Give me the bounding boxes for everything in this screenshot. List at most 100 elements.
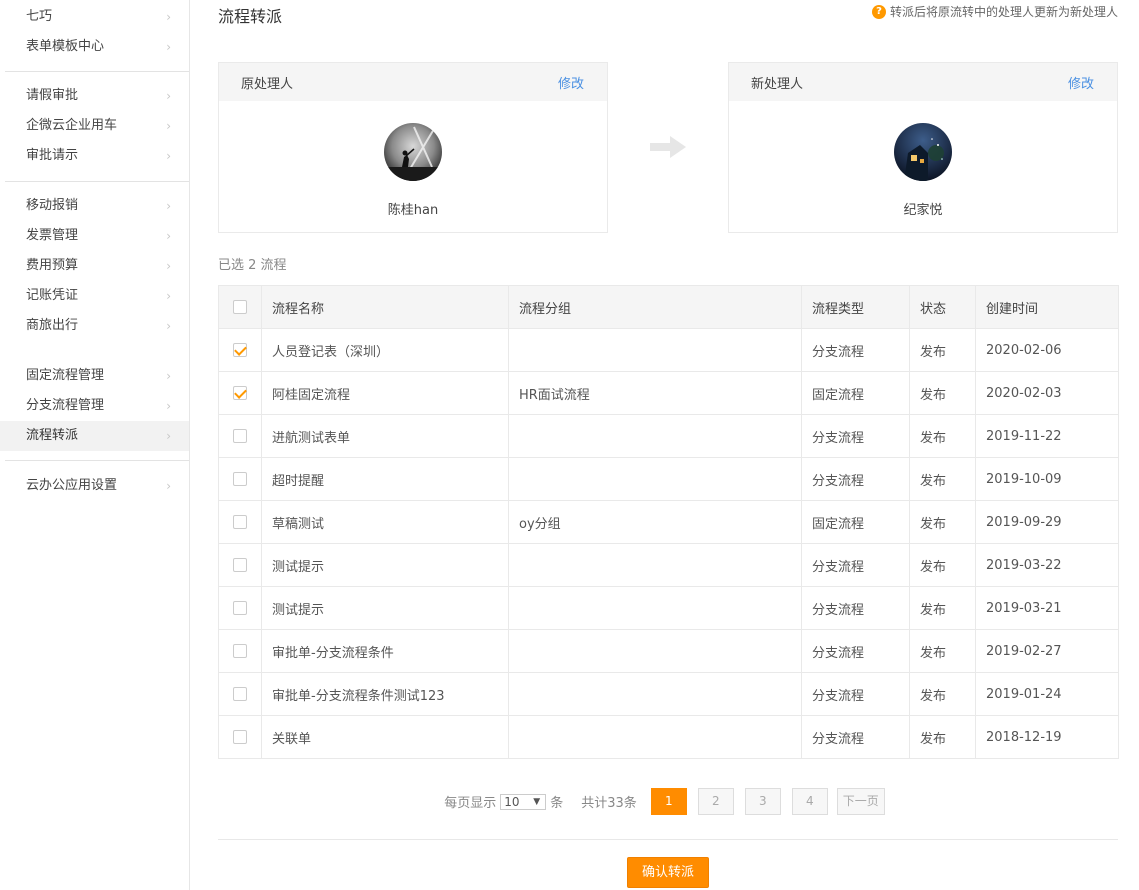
process-name-cell: 审批单-分支流程条件: [261, 629, 509, 673]
sidebar-item-label: 商旅出行: [26, 318, 79, 333]
process-name-cell: 人员登记表（深圳）: [261, 328, 509, 372]
chevron-right-icon: ›: [166, 369, 171, 383]
sidebar-item-label: 审批请示: [26, 148, 79, 163]
page-button[interactable]: 1: [650, 788, 687, 815]
chevron-right-icon: ›: [166, 149, 171, 163]
created-date-cell: 2019-09-29: [975, 500, 1119, 544]
per-page-select[interactable]: 10 ▼: [500, 793, 547, 810]
sidebar-item[interactable]: 请假审批 ›: [0, 81, 189, 111]
edit-original-handler-link[interactable]: 修改: [558, 73, 584, 92]
created-date-cell: 2020-02-03: [975, 371, 1119, 415]
table-row[interactable]: 草稿测试 oy分组 固定流程 发布 2019-09-29: [218, 500, 1119, 544]
sidebar-item-label: 固定流程管理: [26, 368, 105, 383]
sidebar-item[interactable]: 费用预算 ›: [0, 251, 189, 281]
sidebar-item-label: 请假审批: [26, 88, 79, 103]
table-row[interactable]: 审批单-分支流程条件测试123 分支流程 发布 2019-01-24: [218, 672, 1119, 716]
process-type-cell: 分支流程: [801, 672, 910, 716]
created-date-cell: 2019-11-22: [975, 414, 1119, 458]
row-checkbox[interactable]: [233, 730, 247, 744]
transfer-tip: ? 转派后将原流转中的处理人更新为新处理人: [871, 3, 1118, 20]
page-button[interactable]: 2: [697, 788, 734, 815]
chevron-right-icon: ›: [166, 289, 171, 303]
sidebar-item[interactable]: 移动报销 ›: [0, 191, 189, 221]
status-cell: 发布: [909, 500, 976, 544]
row-checkbox[interactable]: [233, 429, 247, 443]
row-checkbox-cell: [218, 543, 262, 587]
chevron-right-icon: ›: [166, 259, 171, 273]
sidebar-item-label: 记账凭证: [26, 288, 79, 303]
sidebar-item-label: 云办公应用设置: [26, 478, 118, 493]
select-all-cell: [218, 285, 262, 329]
sidebar-divider: [5, 71, 189, 72]
sidebar-item[interactable]: 七巧 ›: [0, 2, 189, 32]
sidebar-item[interactable]: 固定流程管理 ›: [0, 361, 189, 391]
sidebar-item-label: 费用预算: [26, 258, 79, 273]
process-group-cell: oy分组: [508, 500, 802, 544]
new-handler-card: 新处理人 修改 纪家悦: [728, 62, 1118, 233]
sidebar-item-label: 企微云企业用车: [26, 118, 118, 133]
table-row[interactable]: 关联单 分支流程 发布 2018-12-19: [218, 715, 1119, 759]
dropdown-arrow-icon: ▼: [533, 796, 541, 807]
table-row[interactable]: 人员登记表（深圳） 分支流程 发布 2020-02-06: [218, 328, 1119, 372]
chevron-right-icon: ›: [166, 319, 171, 333]
column-header: 流程名称: [261, 285, 509, 329]
chevron-right-icon: ›: [166, 479, 171, 493]
row-checkbox-cell: [218, 457, 262, 501]
process-group-cell: [508, 715, 802, 759]
sidebar-item[interactable]: 发票管理 ›: [0, 221, 189, 251]
table-row[interactable]: 超时提醒 分支流程 发布 2019-10-09: [218, 457, 1119, 501]
sidebar-item[interactable]: 企微云企业用车 ›: [0, 111, 189, 141]
row-checkbox[interactable]: [233, 472, 247, 486]
sidebar-item[interactable]: 审批请示 ›: [0, 141, 189, 171]
page-button[interactable]: 4: [791, 788, 828, 815]
sidebar-item[interactable]: 商旅出行 ›: [0, 311, 189, 341]
row-checkbox[interactable]: [233, 644, 247, 658]
process-table: 流程名称 流程分组 流程类型 状态 创建时间 人员登记表（深圳） 分支流程 发布 20…: [218, 285, 1119, 759]
row-checkbox[interactable]: [233, 515, 247, 529]
status-cell: 发布: [909, 586, 976, 630]
table-row[interactable]: 阿桂固定流程 HR面试流程 固定流程 发布 2020-02-03: [218, 371, 1119, 415]
table-row[interactable]: 测试提示 分支流程 发布 2019-03-21: [218, 586, 1119, 630]
chevron-right-icon: ›: [166, 10, 171, 24]
created-date-cell: 2019-01-24: [975, 672, 1119, 716]
table-row[interactable]: 进航测试表单 分支流程 发布 2019-11-22: [218, 414, 1119, 458]
chevron-right-icon: ›: [166, 89, 171, 103]
selected-count: 已选 2 流程: [218, 258, 287, 273]
sidebar-item[interactable]: 分支流程管理 ›: [0, 391, 189, 421]
sidebar-item[interactable]: 记账凭证 ›: [0, 281, 189, 311]
row-checkbox[interactable]: [233, 687, 247, 701]
page-title: 流程转派: [218, 7, 283, 26]
edit-new-handler-link[interactable]: 修改: [1068, 73, 1094, 92]
sidebar-item[interactable]: 表单模板中心 ›: [0, 32, 189, 62]
row-checkbox[interactable]: [233, 343, 247, 357]
table-row[interactable]: 审批单-分支流程条件 分支流程 发布 2019-02-27: [218, 629, 1119, 673]
row-checkbox-cell: [218, 586, 262, 630]
process-name-cell: 草稿测试: [261, 500, 509, 544]
arrow-right-icon: [650, 136, 686, 162]
next-page-button[interactable]: 下一页: [836, 788, 885, 815]
per-page-value: 10: [504, 794, 520, 809]
row-checkbox[interactable]: [233, 558, 247, 572]
process-name-cell: 阿桂固定流程: [261, 371, 509, 415]
sidebar-item-label: 流程转派: [26, 428, 79, 443]
status-cell: 发布: [909, 457, 976, 501]
column-header: 状态: [909, 285, 976, 329]
confirm-transfer-button[interactable]: 确认转派: [627, 857, 709, 888]
process-group-cell: [508, 629, 802, 673]
process-type-cell: 分支流程: [801, 629, 910, 673]
page-button[interactable]: 3: [744, 788, 781, 815]
process-type-cell: 分支流程: [801, 457, 910, 501]
row-checkbox-cell: [218, 414, 262, 458]
created-date-cell: 2019-03-21: [975, 586, 1119, 630]
table-row[interactable]: 测试提示 分支流程 发布 2019-03-22: [218, 543, 1119, 587]
status-cell: 发布: [909, 629, 976, 673]
sidebar-item[interactable]: 云办公应用设置 ›: [0, 471, 189, 501]
select-all-checkbox[interactable]: [233, 300, 247, 314]
row-checkbox[interactable]: [233, 601, 247, 615]
column-header: 创建时间: [975, 285, 1119, 329]
process-name-cell: 关联单: [261, 715, 509, 759]
chevron-right-icon: ›: [166, 119, 171, 133]
sidebar-item[interactable]: 流程转派 ›: [0, 421, 189, 451]
row-checkbox[interactable]: [233, 386, 247, 400]
status-cell: 发布: [909, 328, 976, 372]
